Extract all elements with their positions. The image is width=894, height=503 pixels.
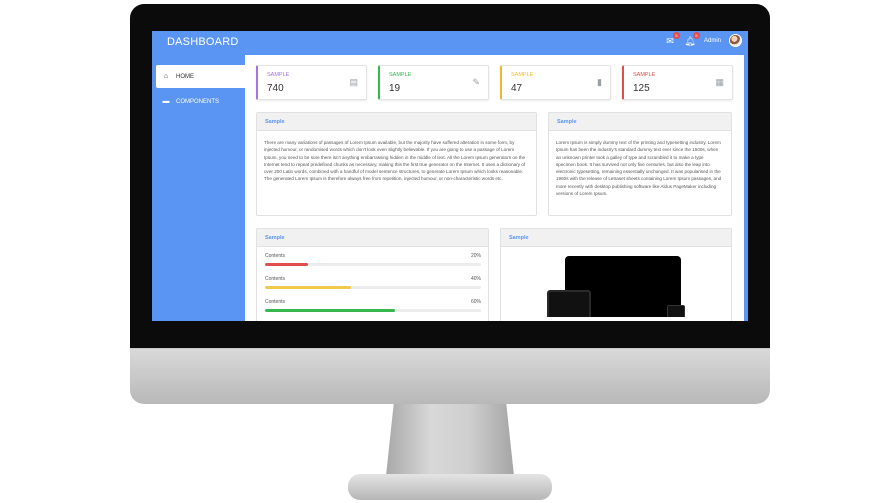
sidebar: ⌂ HOME ▬ COMPONENTS xyxy=(152,55,245,321)
stat-label: SAMPLE xyxy=(633,72,656,78)
stat-value: 47 xyxy=(511,83,523,94)
stat-value: 740 xyxy=(267,83,284,94)
mail-icon[interactable]: ✉ 5 xyxy=(664,31,680,47)
notification-badge: 5 xyxy=(692,31,700,39)
stat-card[interactable]: SAMPLE 47 ▮ xyxy=(500,65,611,100)
stat-value: 125 xyxy=(633,83,650,94)
chat-icon: ▤ xyxy=(349,77,358,87)
progress-card: Sample Contents 20% Contents 40% Content… xyxy=(256,228,489,321)
progress-label: Contents xyxy=(265,276,286,282)
stat-label: SAMPLE xyxy=(267,72,290,78)
monitor-mockup: DASHBOARD ✉ 5 🔔︎ 5 Admin ⌂ HOME ▬ COMPON… xyxy=(0,0,894,503)
screen: DASHBOARD ✉ 5 🔔︎ 5 Admin ⌂ HOME ▬ COMPON… xyxy=(152,31,748,321)
stat-card[interactable]: SAMPLE 19 ✎ xyxy=(378,65,489,100)
topbar-actions: ✉ 5 🔔︎ 5 Admin xyxy=(664,31,742,47)
progress-percent: 40% xyxy=(470,276,481,282)
progress-fill xyxy=(265,263,309,266)
edit-note-icon: ✎ xyxy=(472,77,480,87)
progress-percent: 60% xyxy=(470,299,481,305)
stat-value: 19 xyxy=(389,83,401,94)
phone xyxy=(667,305,685,317)
card-title: Sample xyxy=(257,229,488,247)
user-name[interactable]: Admin xyxy=(704,38,721,44)
calendar-icon: ▦ xyxy=(715,77,724,87)
main-content: SAMPLE 740 ▤ SAMPLE 19 ✎ SAMPLE 47 ▮ SAM… xyxy=(245,55,744,321)
mail-badge: 5 xyxy=(672,31,680,39)
sidebar-item-home[interactable]: ⌂ HOME xyxy=(156,65,245,88)
folder-icon: ▬ xyxy=(162,98,170,105)
progress-fill xyxy=(265,286,352,289)
text-card-left: Sample There are many variations of pass… xyxy=(256,112,537,216)
card-title: Sample xyxy=(549,113,731,131)
card-title: Sample xyxy=(501,229,731,247)
progress-label: Contents xyxy=(265,253,286,259)
stat-card[interactable]: SAMPLE 125 ▦ xyxy=(622,65,733,100)
progress-track xyxy=(265,286,481,289)
sidebar-item-components[interactable]: ▬ COMPONENTS xyxy=(156,90,245,113)
progress-fill xyxy=(265,309,395,312)
bell-icon[interactable]: 🔔︎ 5 xyxy=(684,31,700,47)
image-card: Sample xyxy=(500,228,732,321)
monitor-stand-base xyxy=(348,474,552,500)
stat-label: SAMPLE xyxy=(389,72,412,78)
monitor-chin xyxy=(130,348,770,404)
top-navbar: DASHBOARD ✉ 5 🔔︎ 5 Admin xyxy=(152,31,748,55)
sidebar-item-label: HOME xyxy=(176,73,194,80)
stat-card[interactable]: SAMPLE 740 ▤ xyxy=(256,65,367,100)
card-body: Lorem Ipsum is simply dummy text of the … xyxy=(556,140,722,197)
avatar[interactable] xyxy=(729,34,742,47)
sidebar-item-label: COMPONENTS xyxy=(176,98,220,105)
progress-track xyxy=(265,263,481,266)
stat-label: SAMPLE xyxy=(511,72,534,78)
card-title: Sample xyxy=(257,113,536,131)
progress-percent: 20% xyxy=(470,253,481,259)
progress-label: Contents xyxy=(265,299,286,305)
home-icon: ⌂ xyxy=(163,73,169,80)
bookmark-icon: ▮ xyxy=(597,77,602,87)
devices-image xyxy=(501,247,732,317)
monitor-stand-neck xyxy=(386,404,514,476)
app-title[interactable]: DASHBOARD xyxy=(167,36,238,48)
card-body: There are many variations of passages of… xyxy=(264,140,526,182)
tablet xyxy=(547,290,591,317)
progress-track xyxy=(265,309,481,312)
text-card-right: Sample Lorem Ipsum is simply dummy text … xyxy=(548,112,732,216)
